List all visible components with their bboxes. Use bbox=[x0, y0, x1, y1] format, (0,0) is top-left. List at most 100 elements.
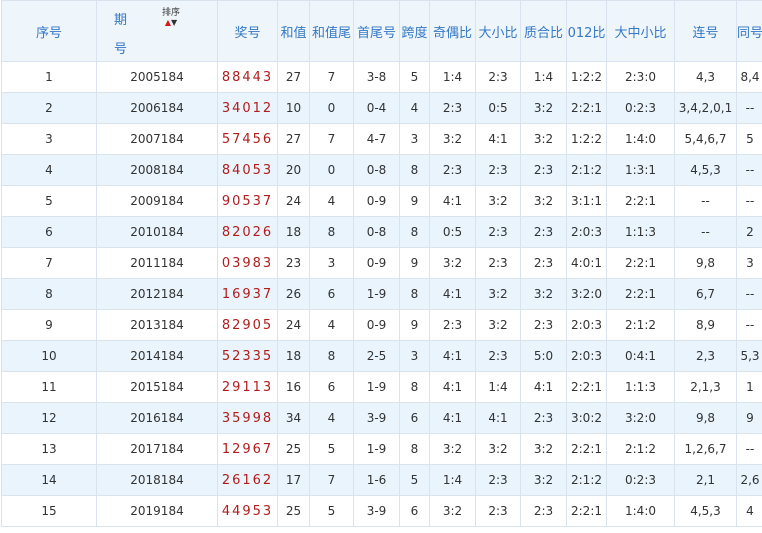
cell-sum-tail: 8 bbox=[309, 340, 354, 372]
cell-prime-composite: 2:3 bbox=[520, 247, 567, 279]
cell-span: 6 bbox=[399, 402, 430, 434]
cell-period: 2018184 bbox=[96, 464, 218, 496]
sort-down-icon[interactable]: ▼ bbox=[171, 18, 177, 27]
table-body: 1 2005184 88443 27 7 3-8 5 1:4 2:3 1:4 1:2:2 2:3:0 4… bbox=[1, 61, 762, 527]
cell-big-mid-small: 2:2:1 bbox=[606, 247, 675, 279]
cell-same: -- bbox=[736, 278, 762, 310]
cell-odd-even: 4:1 bbox=[429, 402, 476, 434]
cell-period: 2014184 bbox=[96, 340, 218, 372]
cell-big-mid-small: 0:2:3 bbox=[606, 464, 675, 496]
header-row: 序号 期 号 排序 ▲▼ 奖号 和值 和值尾 首尾号 跨度 奇偶比 大小比 质合… bbox=[1, 0, 762, 62]
cell-same: 2 bbox=[736, 216, 762, 248]
cell-first-last: 0-9 bbox=[353, 247, 400, 279]
cell-same: -- bbox=[736, 309, 762, 341]
cell-first-last: 1-6 bbox=[353, 464, 400, 496]
cell-period: 2015184 bbox=[96, 371, 218, 403]
cell-ratio-012: 2:1:2 bbox=[566, 464, 607, 496]
cell-ratio-012: 2:0:3 bbox=[566, 309, 607, 341]
table-row: 12 2016184 35998 34 4 3-9 6 4:1 4:1 2:3 3:0:2 3:2:0… bbox=[1, 402, 762, 434]
cell-odd-even: 4:1 bbox=[429, 185, 476, 217]
cell-consecutive: 6,7 bbox=[674, 278, 737, 310]
cell-consecutive: 9,8 bbox=[674, 402, 737, 434]
cell-period: 2006184 bbox=[96, 92, 218, 124]
cell-big-small: 0:5 bbox=[475, 92, 521, 124]
cell-big-small: 2:3 bbox=[475, 464, 521, 496]
cell-sum-tail: 4 bbox=[309, 185, 354, 217]
header-ratio-012: 012比 bbox=[566, 0, 607, 62]
cell-period: 2016184 bbox=[96, 402, 218, 434]
cell-big-small: 2:3 bbox=[475, 247, 521, 279]
table-row: 6 2010184 82026 18 8 0-8 8 0:5 2:3 2:3 2:0:3 1:1:3-… bbox=[1, 216, 762, 248]
sort-arrows[interactable]: ▲▼ bbox=[159, 19, 183, 27]
cell-big-small: 2:3 bbox=[475, 495, 521, 527]
table-row: 7 2011184 03983 23 3 0-9 9 3:2 2:3 2:3 4:0:1 2:2:1 9… bbox=[1, 247, 762, 279]
cell-period: 2007184 bbox=[96, 123, 218, 155]
cell-prime-composite: 2:3 bbox=[520, 495, 567, 527]
table-row: 13 2017184 12967 25 5 1-9 8 3:2 3:2 3:2 2:2:1 2:1:2… bbox=[1, 433, 762, 465]
cell-span: 3 bbox=[399, 340, 430, 372]
cell-sum: 20 bbox=[277, 154, 310, 186]
cell-consecutive: -- bbox=[674, 185, 737, 217]
cell-seq: 14 bbox=[1, 464, 97, 496]
sort-toggle[interactable]: 排序 ▲▼ bbox=[159, 8, 183, 27]
cell-first-last: 0-8 bbox=[353, 154, 400, 186]
cell-ratio-012: 2:2:1 bbox=[566, 495, 607, 527]
cell-odd-even: 2:3 bbox=[429, 154, 476, 186]
table-row: 4 2008184 84053 20 0 0-8 8 2:3 2:3 2:3 2:1:2 1:3:1 4… bbox=[1, 154, 762, 186]
cell-big-mid-small: 1:4:0 bbox=[606, 495, 675, 527]
cell-seq: 15 bbox=[1, 495, 97, 527]
cell-odd-even: 2:3 bbox=[429, 92, 476, 124]
cell-ratio-012: 2:2:1 bbox=[566, 433, 607, 465]
cell-ratio-012: 2:0:3 bbox=[566, 216, 607, 248]
cell-span: 8 bbox=[399, 216, 430, 248]
cell-same: 9 bbox=[736, 402, 762, 434]
cell-first-last: 1-9 bbox=[353, 371, 400, 403]
cell-sum: 34 bbox=[277, 402, 310, 434]
cell-consecutive: -- bbox=[674, 216, 737, 248]
cell-same: -- bbox=[736, 433, 762, 465]
header-consecutive: 连号 bbox=[674, 0, 737, 62]
table-row: 14 2018184 26162 17 7 1-6 5 1:4 2:3 3:2 2:1:2 0:2:3… bbox=[1, 464, 762, 496]
cell-odd-even: 3:2 bbox=[429, 247, 476, 279]
cell-first-last: 3-9 bbox=[353, 495, 400, 527]
cell-sum-tail: 0 bbox=[309, 154, 354, 186]
cell-big-mid-small: 1:1:3 bbox=[606, 371, 675, 403]
cell-span: 8 bbox=[399, 154, 430, 186]
table-row: 2 2006184 34012 10 0 0-4 4 2:3 0:5 3:2 2:2:1 0:2:3 3… bbox=[1, 92, 762, 124]
cell-big-small: 3:2 bbox=[475, 309, 521, 341]
cell-ratio-012: 1:2:2 bbox=[566, 123, 607, 155]
cell-big-small: 3:2 bbox=[475, 278, 521, 310]
cell-period: 2010184 bbox=[96, 216, 218, 248]
cell-period: 2009184 bbox=[96, 185, 218, 217]
cell-seq: 3 bbox=[1, 123, 97, 155]
cell-same: -- bbox=[736, 92, 762, 124]
cell-odd-even: 3:2 bbox=[429, 495, 476, 527]
cell-first-last: 1-9 bbox=[353, 278, 400, 310]
cell-ratio-012: 3:1:1 bbox=[566, 185, 607, 217]
cell-big-small: 1:4 bbox=[475, 371, 521, 403]
cell-award: 03983 bbox=[217, 247, 278, 279]
cell-ratio-012: 2:0:3 bbox=[566, 340, 607, 372]
cell-odd-even: 0:5 bbox=[429, 216, 476, 248]
cell-award: 88443 bbox=[217, 61, 278, 93]
cell-consecutive: 4,5,3 bbox=[674, 154, 737, 186]
cell-prime-composite: 1:4 bbox=[520, 61, 567, 93]
cell-prime-composite: 3:2 bbox=[520, 185, 567, 217]
cell-sum-tail: 3 bbox=[309, 247, 354, 279]
table-row: 9 2013184 82905 24 4 0-9 9 2:3 3:2 2:3 2:0:3 2:1:2 8… bbox=[1, 309, 762, 341]
cell-sum-tail: 8 bbox=[309, 216, 354, 248]
cell-prime-composite: 5:0 bbox=[520, 340, 567, 372]
cell-period: 2012184 bbox=[96, 278, 218, 310]
cell-prime-composite: 2:3 bbox=[520, 402, 567, 434]
cell-first-last: 1-9 bbox=[353, 433, 400, 465]
cell-span: 9 bbox=[399, 309, 430, 341]
cell-span: 3 bbox=[399, 123, 430, 155]
cell-ratio-012: 3:0:2 bbox=[566, 402, 607, 434]
cell-sum: 10 bbox=[277, 92, 310, 124]
cell-seq: 13 bbox=[1, 433, 97, 465]
cell-prime-composite: 3:2 bbox=[520, 278, 567, 310]
header-span: 跨度 bbox=[399, 0, 430, 62]
cell-award: 82026 bbox=[217, 216, 278, 248]
table-header: 序号 期 号 排序 ▲▼ 奖号 和值 和值尾 首尾号 跨度 奇偶比 大小比 质合… bbox=[1, 0, 762, 62]
cell-same: 1 bbox=[736, 371, 762, 403]
